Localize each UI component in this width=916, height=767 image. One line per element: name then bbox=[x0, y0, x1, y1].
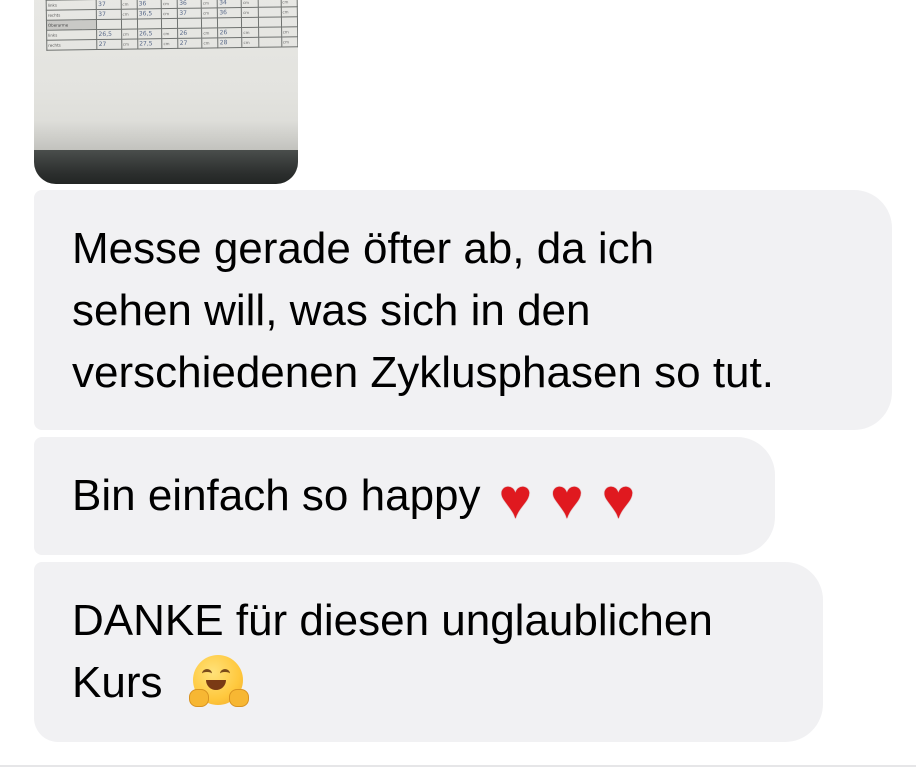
table-cell: 36 bbox=[217, 7, 242, 18]
table-cell: 27 bbox=[178, 38, 203, 49]
message-line: verschiedenen Zyklusphasen so tut. bbox=[72, 348, 774, 397]
message-bubble[interactable]: Bin einfach so happy ♥ ♥ ♥ bbox=[34, 437, 775, 555]
unit-label: cm bbox=[201, 37, 219, 49]
red-heart-icon: ♥ bbox=[498, 467, 532, 530]
table-cell: 36,5 bbox=[137, 8, 162, 19]
message-line: sehen will, was sich in den bbox=[72, 286, 591, 335]
table-cell: 27 bbox=[97, 39, 122, 50]
unit-label: cm bbox=[201, 7, 218, 19]
message-line: Kurs bbox=[72, 658, 163, 707]
red-heart-icon: ♥ bbox=[601, 467, 635, 530]
row-label: rechts bbox=[46, 39, 98, 51]
table-cell bbox=[121, 18, 138, 30]
table-cell: 37 bbox=[96, 0, 121, 10]
unit-label: cm bbox=[161, 28, 179, 39]
measurement-table: links 37 cm 36 cm 36 cm 34 cm cm rechts … bbox=[46, 0, 298, 51]
table-cell: 26,5 bbox=[96, 29, 122, 40]
table-cell bbox=[257, 16, 282, 28]
message-line-with-emoji: Kurs bbox=[72, 652, 785, 714]
photo-shadow bbox=[34, 120, 298, 154]
photo-attachment[interactable]: links 37 cm 36 cm 36 cm 34 cm cm rechts … bbox=[34, 0, 298, 184]
unit-label: cm bbox=[120, 0, 138, 10]
table-cell: 27,5 bbox=[137, 38, 163, 49]
table-cell: 36 bbox=[137, 0, 162, 9]
hugging-face-icon bbox=[188, 653, 249, 711]
unit-label: cm bbox=[120, 8, 138, 20]
table-cell bbox=[217, 17, 242, 28]
row-label: rechts bbox=[46, 9, 97, 21]
message-bubble[interactable]: DANKE für diesen unglaublichen Kurs bbox=[34, 562, 823, 742]
unit-label: cm bbox=[161, 38, 179, 49]
message-line: DANKE für diesen unglaublichen bbox=[72, 596, 713, 645]
table-cell bbox=[177, 18, 202, 29]
table-cell: 28 bbox=[218, 37, 243, 48]
message-bubble[interactable]: Messe gerade öfter ab, da ich sehen will… bbox=[34, 190, 892, 430]
table-cell bbox=[161, 18, 179, 29]
table-cell bbox=[257, 6, 281, 18]
table-cell: 26 bbox=[178, 28, 202, 39]
table-cell bbox=[241, 17, 259, 28]
photo-background bbox=[34, 150, 298, 184]
unit-label: cm bbox=[241, 37, 259, 48]
unit-label: cm bbox=[201, 0, 218, 9]
table-cell bbox=[280, 16, 298, 27]
table-cell bbox=[258, 26, 282, 38]
unit-label: cm bbox=[281, 26, 298, 37]
red-heart-icon: ♥ bbox=[550, 467, 584, 530]
message-line: Messe gerade öfter ab, da ich bbox=[72, 224, 655, 273]
unit-label: cm bbox=[121, 28, 138, 40]
unit-label: cm bbox=[121, 38, 138, 50]
unit-label: cm bbox=[281, 36, 298, 47]
table-cell bbox=[201, 17, 219, 29]
unit-label: cm bbox=[241, 7, 258, 18]
table-cell: 26,5 bbox=[137, 28, 162, 39]
unit-label: cm bbox=[201, 27, 219, 39]
table-cell bbox=[258, 36, 282, 48]
unit-label: cm bbox=[161, 8, 178, 19]
table-cell: 37 bbox=[96, 9, 122, 20]
table-cell: 26 bbox=[218, 27, 242, 38]
unit-label: cm bbox=[161, 0, 178, 9]
unit-label: cm bbox=[280, 6, 298, 17]
table-cell: 37 bbox=[177, 8, 202, 19]
message-text: Bin einfach so happy bbox=[72, 471, 481, 520]
table-cell bbox=[96, 19, 122, 30]
chat-screen: links 37 cm 36 cm 36 cm 34 cm cm rechts … bbox=[0, 0, 916, 767]
unit-label: cm bbox=[241, 27, 259, 38]
table-cell bbox=[137, 18, 162, 29]
